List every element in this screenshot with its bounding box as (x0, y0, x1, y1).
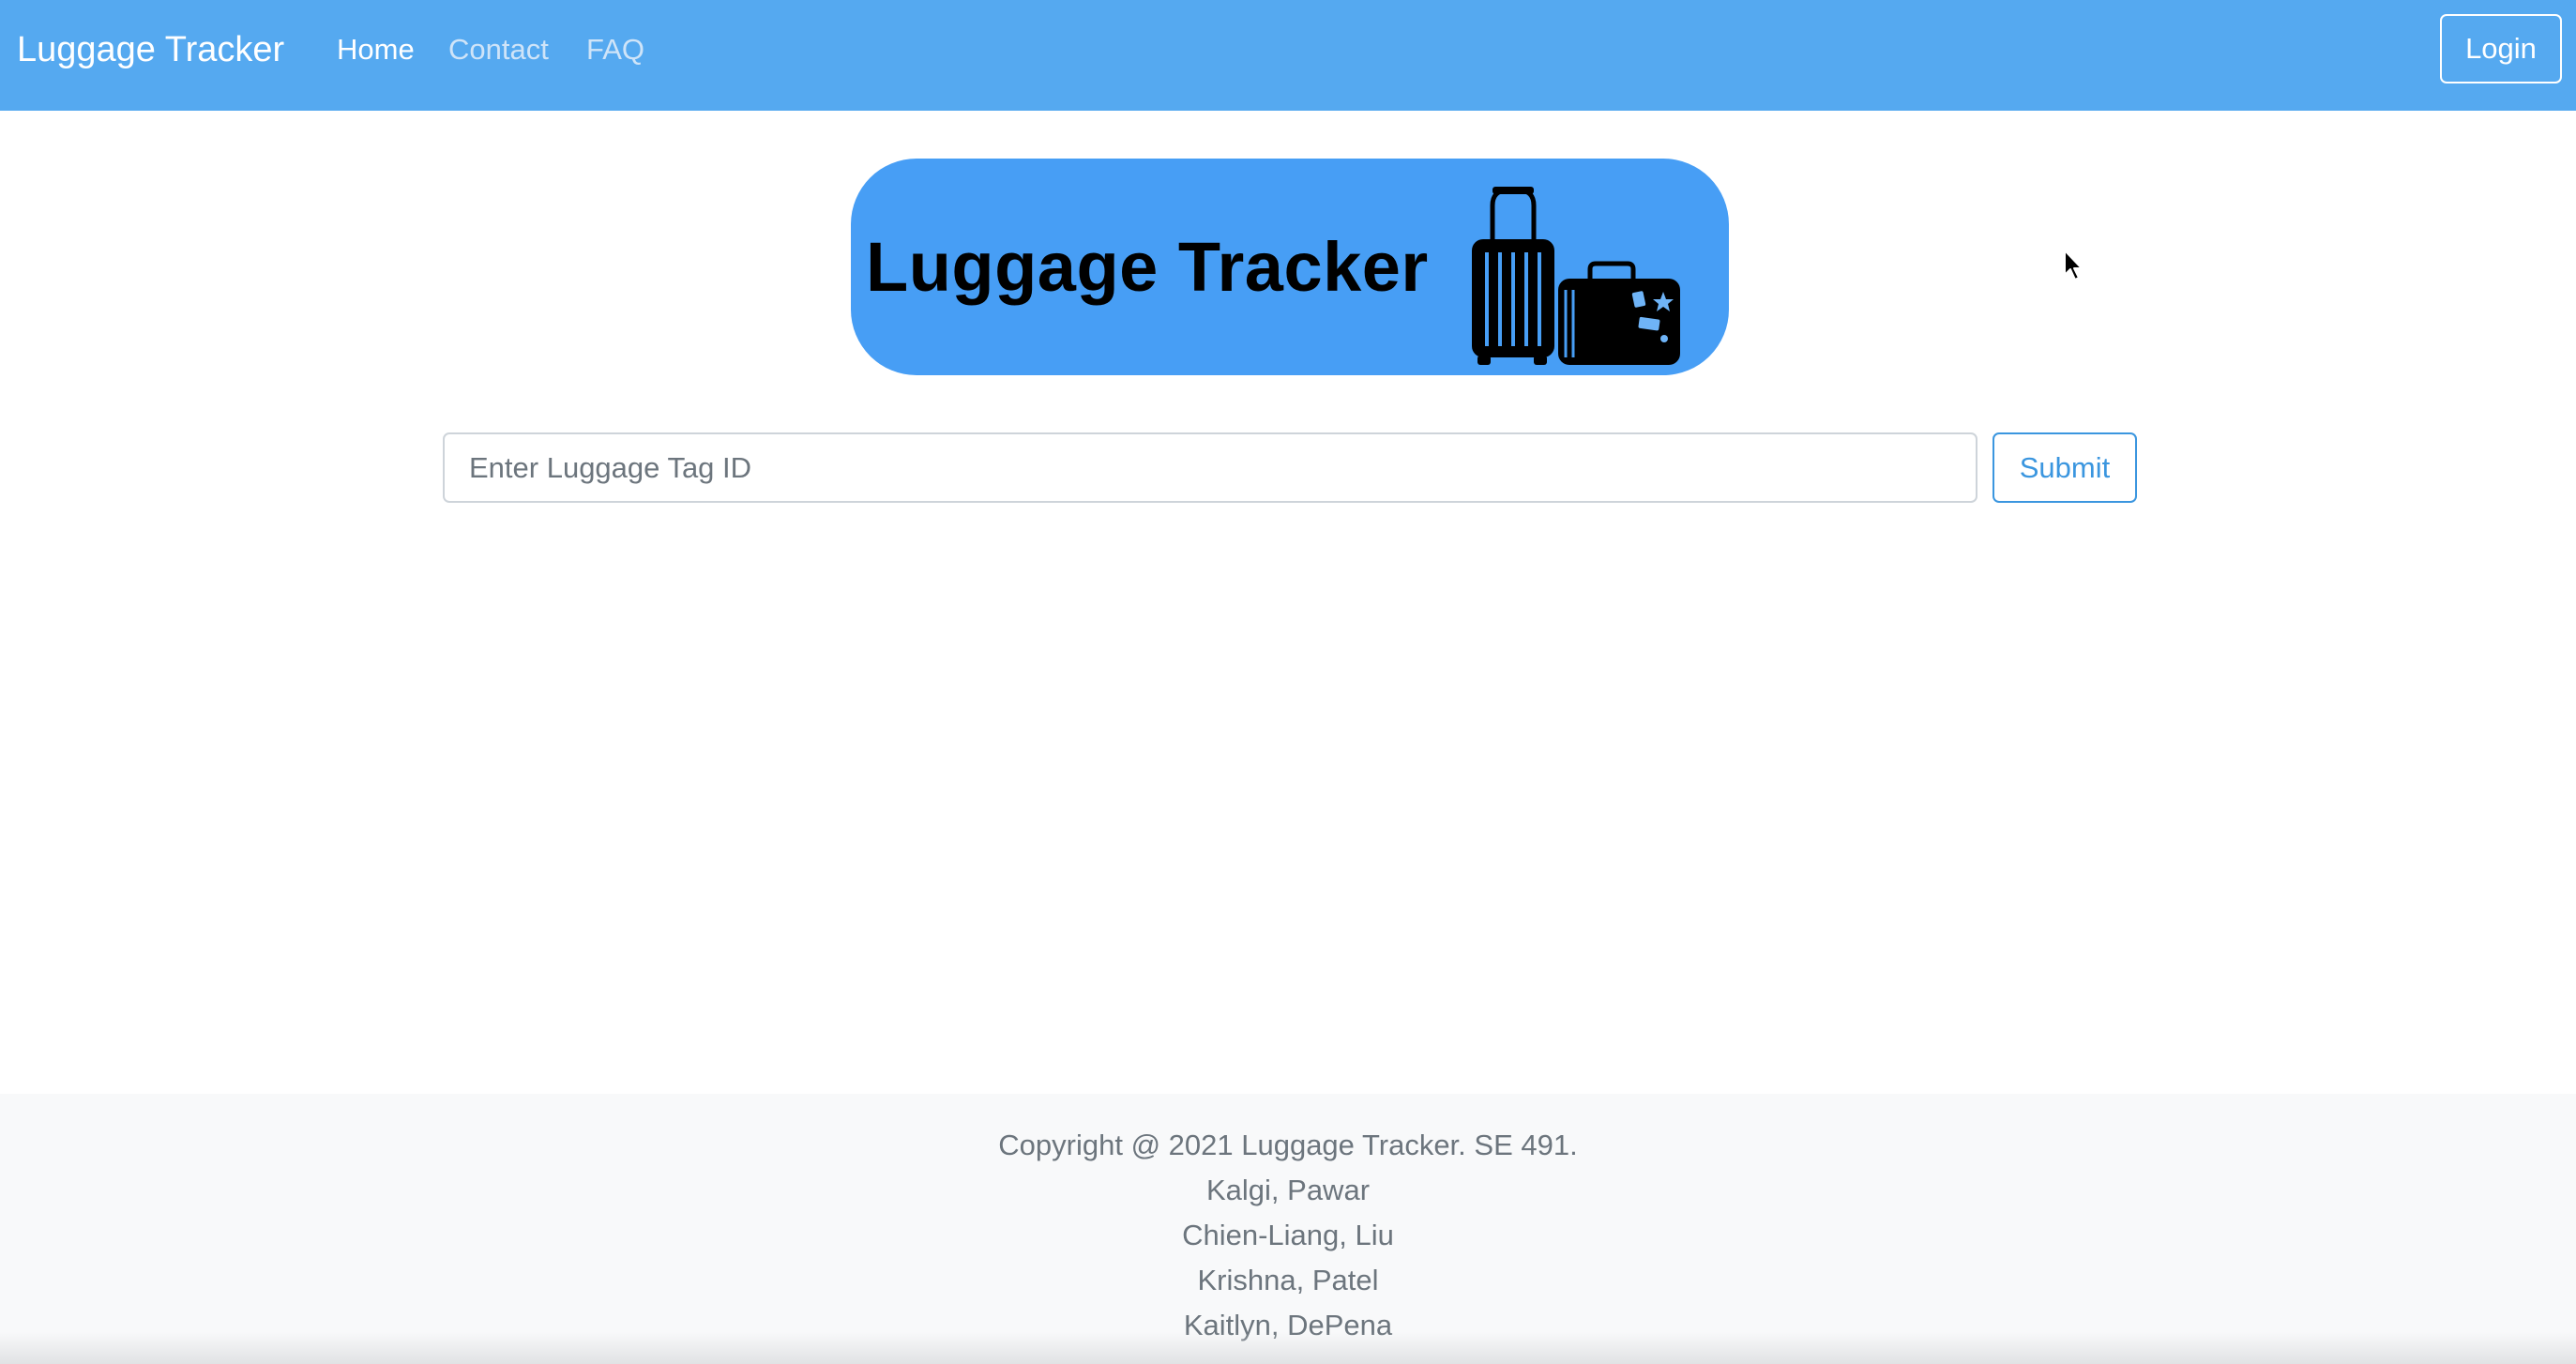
footer-author: Krishna, Patel (1197, 1264, 1379, 1296)
nav-link-contact[interactable]: Contact (448, 32, 549, 68)
footer: Copyright @ 2021 Luggage Tracker. SE 491… (0, 1094, 2576, 1364)
luggage-icon (1472, 187, 1680, 365)
footer-author: Chien-Liang, Liu (1182, 1219, 1394, 1251)
navbar-brand[interactable]: Luggage Tracker (17, 28, 284, 71)
nav-link-faq[interactable]: FAQ (586, 32, 644, 68)
submit-button[interactable]: Submit (1993, 432, 2137, 503)
footer-author: Kalgi, Pawar (1205, 1174, 1371, 1206)
luggage-tag-input[interactable] (443, 432, 1977, 503)
login-button[interactable]: Login (2440, 14, 2562, 83)
logo-title: Luggage Tracker (866, 228, 1429, 306)
logo-banner: Luggage Tracker (851, 159, 1729, 375)
navbar: Luggage Tracker Home Contact FAQ Login (0, 0, 2576, 111)
mouse-cursor-icon (2064, 250, 2083, 280)
nav-link-home[interactable]: Home (337, 32, 415, 68)
footer-shade (0, 1332, 2576, 1364)
footer-copyright: Copyright @ 2021 Luggage Tracker. SE 491… (998, 1129, 1578, 1161)
